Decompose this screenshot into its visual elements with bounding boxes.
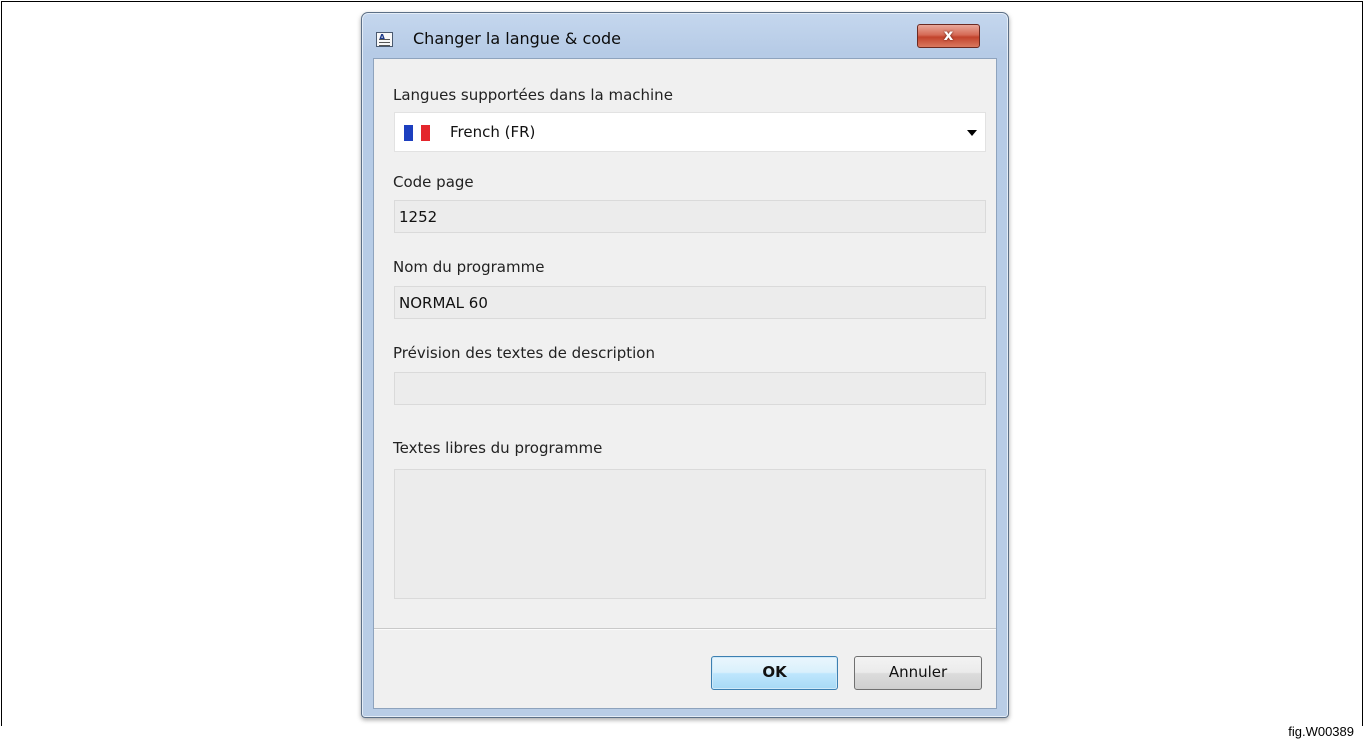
button-separator (374, 628, 996, 629)
dialog-app-icon: A (376, 32, 393, 47)
figure-label: fig.W00389 (1288, 724, 1354, 739)
dialog-title: Changer la langue & code (413, 29, 622, 48)
description-preview-label: Prévision des textes de description (393, 344, 655, 362)
dropdown-arrow-icon[interactable] (967, 130, 977, 136)
description-preview-field[interactable] (394, 372, 986, 405)
close-button[interactable]: x (917, 24, 980, 48)
french-flag-icon (404, 125, 431, 141)
free-texts-label: Textes libres du programme (393, 439, 603, 457)
free-texts-area[interactable] (394, 469, 986, 599)
ok-button[interactable]: OK (711, 656, 838, 690)
dialog-client-area: Langues supportées dans la machine Frenc… (373, 58, 997, 709)
code-page-label: Code page (393, 173, 474, 191)
code-page-field[interactable]: 1252 (394, 200, 986, 233)
dialog-window: A Changer la langue & code x Langues sup… (361, 12, 1009, 718)
program-name-label: Nom du programme (393, 258, 545, 276)
language-label: Langues supportées dans la machine (393, 86, 673, 104)
language-select-value: French (FR) (450, 123, 536, 141)
language-select[interactable]: French (FR) (394, 112, 986, 152)
cancel-button[interactable]: Annuler (854, 656, 982, 690)
program-name-field[interactable]: NORMAL 60 (394, 286, 986, 319)
